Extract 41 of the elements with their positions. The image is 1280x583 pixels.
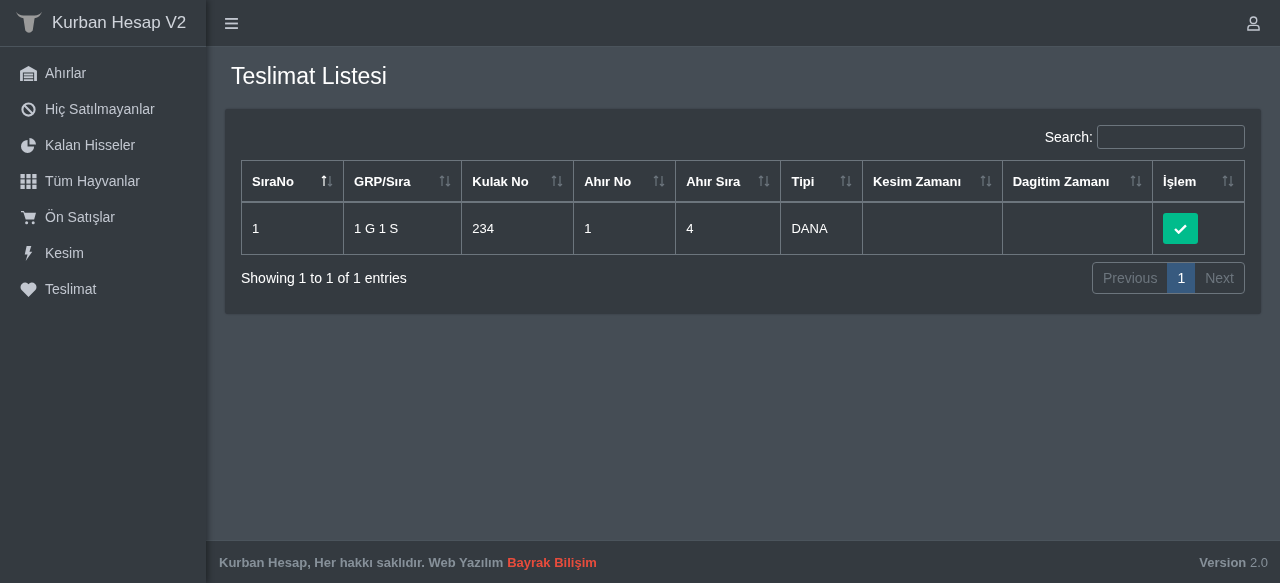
column-header[interactable]: Ahır No <box>573 160 676 202</box>
column-header[interactable]: Kulak No <box>461 160 574 202</box>
bull-logo-icon <box>14 10 44 36</box>
confirm-button[interactable] <box>1163 213 1199 244</box>
sidebar-item[interactable]: Kesim <box>0 235 206 271</box>
sidebar-item[interactable]: Ön Satışlar <box>0 199 206 235</box>
user-icon[interactable] <box>1247 15 1260 31</box>
sidebar-item[interactable]: Ahırlar <box>0 55 206 91</box>
table-cell: DANA <box>780 202 863 255</box>
sidebar-item[interactable]: Teslimat <box>0 271 206 307</box>
copyright-text: Kurban Hesap, Her hakkı saklıdır. Web Yazılım <box>219 554 504 570</box>
column-header[interactable]: Dagitim Zamanı <box>1002 160 1153 202</box>
brand-title[interactable]: Kurban Hesap V2 <box>52 13 187 33</box>
table-cell: 1 <box>573 202 676 255</box>
pie-chart-icon <box>20 137 37 153</box>
table-cell: 1 <box>241 202 344 255</box>
ban-icon <box>20 101 37 117</box>
table-cell: 4 <box>675 202 781 255</box>
sidebar-item[interactable]: Hiç Satılmayanlar <box>0 91 206 127</box>
cart-icon <box>20 209 37 225</box>
column-header[interactable]: Ahır Sıra <box>675 160 781 202</box>
table-cell: 1 G 1 S <box>343 202 462 255</box>
column-header[interactable]: Kesim Zamanı <box>862 160 1003 202</box>
version-text: Version 2.0 <box>1199 554 1268 570</box>
search-field[interactable] <box>1097 125 1245 149</box>
column-header[interactable]: SıraNo <box>241 160 344 202</box>
sidebar-item[interactable]: Tüm Hayvanlar <box>0 163 206 199</box>
menu-icon[interactable] <box>225 17 238 29</box>
grid-icon <box>20 173 37 189</box>
page-title: Teslimat Listesi <box>231 63 388 91</box>
check-icon <box>1174 223 1188 234</box>
search-label: Search: <box>1044 129 1093 145</box>
table-cell: 234 <box>461 202 574 255</box>
entries-info: Showing 1 to 1 of 1 entries <box>241 270 407 286</box>
column-header[interactable]: GRP/Sıra <box>343 160 462 202</box>
sidebar-item[interactable]: Kalan Hisseler <box>0 127 206 163</box>
page-link[interactable]: 1 <box>1167 263 1196 293</box>
column-header[interactable]: İşlem <box>1152 160 1245 202</box>
heart-icon <box>20 281 37 297</box>
warehouse-icon <box>20 65 37 81</box>
column-header[interactable]: Tipi <box>780 160 863 202</box>
